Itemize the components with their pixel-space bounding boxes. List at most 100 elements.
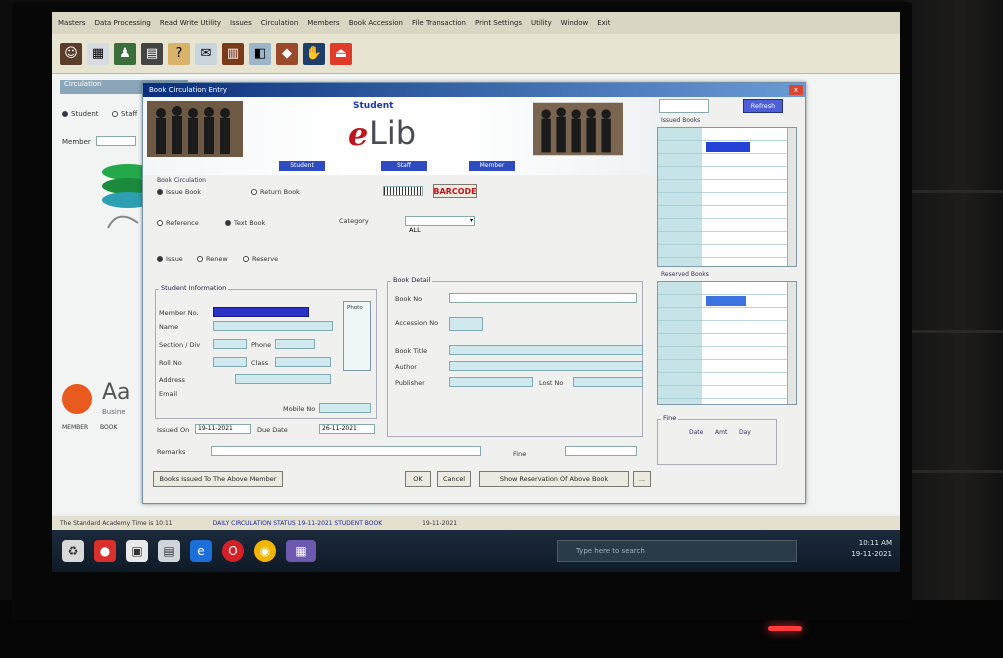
person-icon[interactable]: ♟ [114, 42, 136, 65]
menu-item[interactable]: Utility [531, 19, 552, 27]
phone-label: Phone [251, 341, 272, 349]
taskbar: ♻ ● ▣ ▤ e O ◉ ▦ Type here to search 10:1… [52, 530, 900, 572]
company-logo-subtext: Busine [102, 408, 126, 416]
ok-button[interactable]: OK [405, 471, 431, 487]
selected-grid-cell[interactable] [706, 296, 746, 306]
background-member-input[interactable] [96, 136, 136, 146]
reserved-books-grid[interactable] [657, 281, 797, 405]
class-input[interactable] [275, 357, 331, 367]
author-input[interactable] [449, 361, 643, 371]
menu-item[interactable]: Members [307, 19, 339, 27]
status-right: 19-11-2021 [422, 519, 458, 527]
exit-icon[interactable]: ⏏ [330, 42, 352, 65]
tab-staff[interactable]: Staff [381, 161, 427, 171]
barcode-button[interactable]: BARCODE [433, 184, 477, 198]
help-icon[interactable]: ? [168, 42, 190, 65]
name-label: Name [159, 323, 179, 331]
books-issued-button[interactable]: Books Issued To The Above Member [153, 471, 283, 487]
reference-radio[interactable]: Reference [157, 219, 199, 227]
opera-icon[interactable]: O [222, 540, 244, 562]
menu-item[interactable]: Book Accession [349, 19, 403, 27]
lost-no-input[interactable] [573, 377, 643, 387]
more-button[interactable]: ... [633, 471, 651, 487]
mail-icon[interactable]: ✉ [195, 42, 217, 65]
brand-e-letter: e [348, 115, 369, 153]
mobile-input[interactable] [319, 403, 371, 413]
fine-input[interactable] [565, 446, 637, 456]
remarks-input[interactable] [211, 446, 481, 456]
chrome-icon[interactable]: ◉ [254, 540, 276, 562]
app-icon[interactable]: ▦ [286, 540, 316, 562]
accession-input[interactable] [449, 317, 483, 331]
scrollbar[interactable] [787, 282, 796, 404]
section-input[interactable] [213, 339, 247, 349]
publisher-label: Publisher [395, 379, 425, 387]
option-return-radio[interactable]: Return Book [251, 188, 300, 196]
recycle-icon[interactable]: ♻ [62, 540, 84, 562]
books-icon[interactable]: ▥ [222, 42, 244, 65]
menu-item[interactable]: Print Settings [475, 19, 522, 27]
issued-on-input[interactable]: 19-11-2021 [195, 424, 251, 434]
menu-item[interactable]: File Transaction [412, 19, 466, 27]
publisher-input[interactable] [449, 377, 533, 387]
menu-item[interactable]: Read Write Utility [160, 19, 221, 27]
hand-icon[interactable]: ✋ [303, 42, 325, 65]
menu-item[interactable]: Issues [230, 19, 252, 27]
store-icon[interactable]: ▤ [158, 540, 180, 562]
background-row-label: MEMBER [62, 424, 89, 431]
background-radio-staff[interactable]: Staff [112, 110, 137, 118]
due-date-input[interactable]: 26-11-2021 [319, 424, 375, 434]
menu-item[interactable]: Data Processing [95, 19, 151, 27]
fine-group-title: Fine [661, 414, 679, 422]
category-label: Category [339, 217, 369, 225]
tab-student[interactable]: Student [279, 161, 325, 171]
search-input[interactable]: Type here to search [557, 540, 797, 562]
edge-icon[interactable]: e [190, 540, 212, 562]
scrollbar[interactable] [787, 128, 796, 266]
book-detail-title: Book Detail [391, 276, 433, 284]
textbook-radio[interactable]: Text Book [225, 219, 265, 227]
book-circulation-dialog: Book Circulation Entry x Student e Lib S… [142, 82, 806, 504]
calendar-icon[interactable]: ▦ [87, 42, 109, 65]
renew-radio[interactable]: Renew [197, 255, 228, 263]
menu-item[interactable]: Window [561, 19, 589, 27]
barcode-field[interactable] [383, 186, 423, 196]
close-button[interactable]: x [789, 85, 803, 95]
tab-member[interactable]: Member [469, 161, 515, 171]
category-select[interactable]: ALL ▾ [405, 216, 475, 234]
reserve-radio[interactable]: Reserve [243, 255, 278, 263]
refresh-button[interactable]: Refresh [743, 99, 783, 113]
people-icon[interactable]: ☺ [60, 42, 82, 65]
show-reservation-button[interactable]: Show Reservation Of Above Book [479, 471, 629, 487]
section-label: Section / Div [159, 341, 201, 349]
phone-input[interactable] [275, 339, 315, 349]
book-icon[interactable]: ▤ [141, 42, 163, 65]
selected-grid-cell[interactable] [706, 142, 750, 152]
menu-item[interactable]: Exit [597, 19, 610, 27]
room-background-right [905, 0, 1003, 658]
roll-input[interactable] [213, 357, 247, 367]
folder-icon[interactable]: ▣ [126, 540, 148, 562]
monitor-power-led [768, 626, 802, 631]
book-no-input[interactable] [449, 293, 637, 303]
book-title-input[interactable] [449, 345, 643, 355]
book-no-label: Book No [395, 295, 423, 303]
book-detail-group [387, 281, 643, 437]
menu-item[interactable]: Masters [58, 19, 86, 27]
address-input[interactable] [235, 374, 331, 384]
menu-item[interactable]: Circulation [261, 19, 299, 27]
chart-icon[interactable]: ◧ [249, 42, 271, 65]
elib-banner: Student e Lib Student Staff Member [143, 97, 661, 175]
fine-group [657, 419, 777, 465]
issued-books-grid[interactable] [657, 127, 797, 267]
background-radio-student[interactable]: Student [62, 110, 99, 118]
bookmark-icon[interactable]: ◆ [276, 42, 298, 65]
name-input[interactable] [213, 321, 333, 331]
reserved-books-caption: Reserved Books [661, 271, 709, 278]
member-no-input[interactable] [213, 307, 309, 317]
list-count-spinner[interactable] [659, 99, 709, 113]
cancel-button[interactable]: Cancel [437, 471, 471, 487]
issue-radio[interactable]: Issue [157, 255, 183, 263]
option-issue-radio[interactable]: Issue Book [157, 188, 201, 196]
record-icon[interactable]: ● [94, 540, 116, 562]
